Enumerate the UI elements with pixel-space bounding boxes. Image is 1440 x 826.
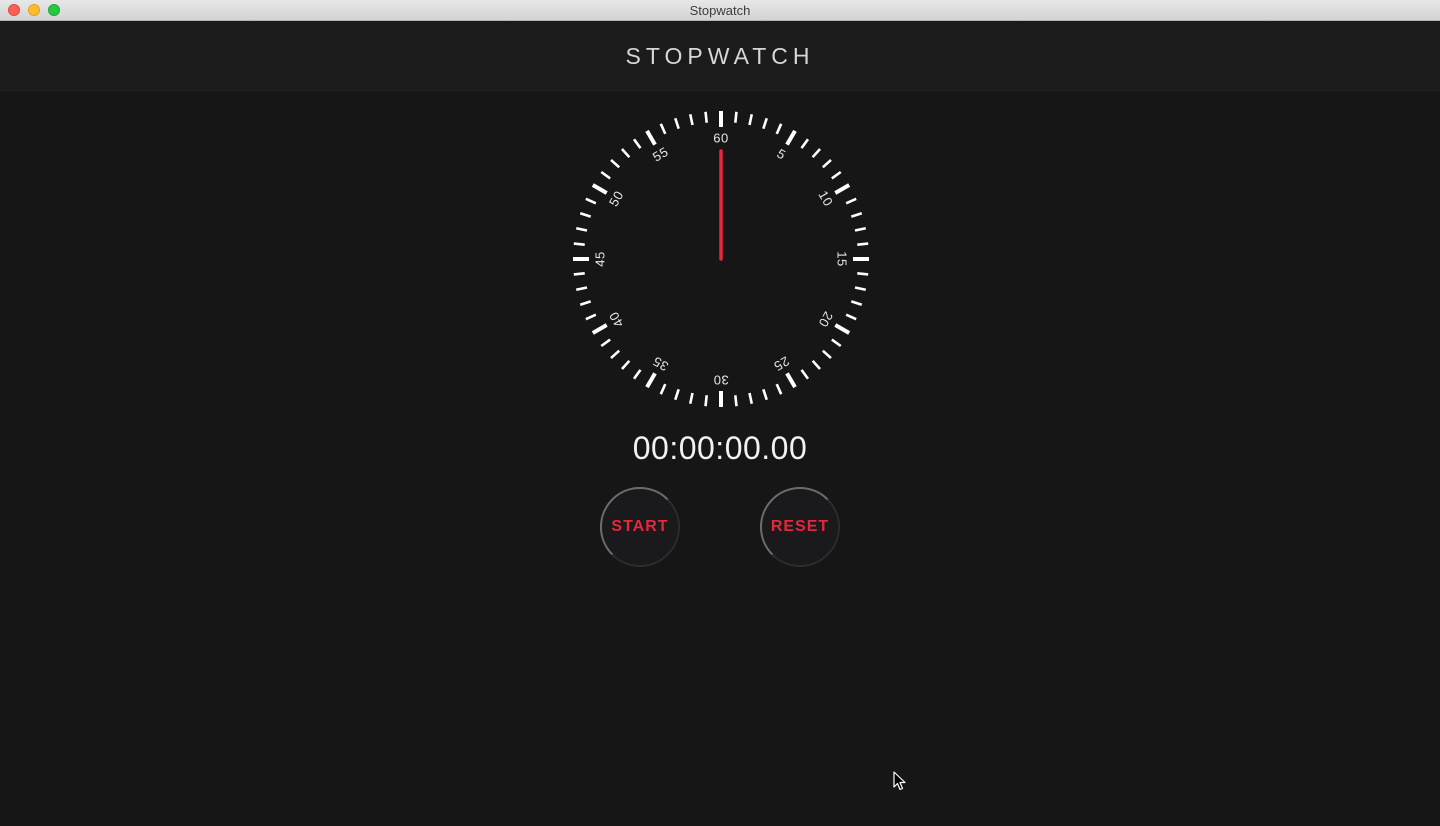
elapsed-time-display: 00:00:00.00 [632,430,808,466]
minor-tick [850,212,863,218]
app-title: STOPWATCH [625,43,815,69]
dial-label-60: 60 [713,131,728,146]
minor-tick [704,111,708,123]
minor-tick [610,349,621,359]
minor-tick [821,349,832,359]
minor-tick [857,272,869,276]
minor-tick [585,313,597,321]
dial-label-10: 10 [815,188,836,209]
major-tick [591,323,608,335]
minor-tick [674,117,680,130]
major-tick [834,323,851,335]
minor-tick [573,272,585,276]
dial-label-20: 20 [815,309,836,330]
minor-tick [800,138,810,149]
dial-label-30: 30 [713,373,728,388]
minor-tick [850,300,863,306]
minor-tick [845,197,857,205]
minor-tick [845,313,857,321]
minor-tick [579,212,592,218]
dial-label-35: 35 [650,353,671,374]
minor-tick [854,226,867,232]
minor-tick [621,148,631,159]
minor-tick [632,138,642,149]
app-window: Stopwatch STOPWATCH 60 5 10 15 20 25 30 35 40 45 5… [0,0,1440,826]
major-tick [834,183,851,195]
minor-tick [688,392,694,405]
minor-tick [811,148,821,159]
minor-tick [748,392,754,405]
minor-tick [579,300,592,306]
minor-tick [600,338,611,348]
dial-label-45: 45 [593,251,608,266]
major-tick [785,129,797,146]
minor-tick [831,170,842,180]
minor-tick [704,395,708,407]
minor-tick [575,226,588,232]
dial-label-5: 5 [774,146,788,163]
minor-tick [762,117,768,130]
minor-tick [775,123,783,135]
minor-tick [734,395,738,407]
major-tick [591,183,608,195]
dial-label-15: 15 [835,251,850,266]
minor-tick [800,369,810,380]
minor-tick [857,242,869,246]
minor-tick [600,170,611,180]
window-titlebar[interactable]: Stopwatch [0,0,1440,21]
minor-tick [762,388,768,401]
minor-tick [621,359,631,370]
window-title: Stopwatch [689,3,751,18]
reset-button-label: RESET [770,518,830,535]
minor-tick [585,197,597,205]
start-button-label: START [611,518,669,535]
start-button[interactable]: START [600,487,680,567]
minor-tick [831,338,842,348]
minor-tick [811,359,821,370]
dial-label-50: 50 [606,188,627,209]
minor-tick [674,388,680,401]
minor-tick [575,286,588,292]
major-tick [785,372,797,389]
minor-tick [734,111,738,123]
app-header: STOPWATCH [0,21,1440,91]
reset-button[interactable]: RESET [760,487,840,567]
minor-tick [632,369,642,380]
minor-tick [610,159,621,169]
minor-tick [775,383,783,395]
minor-tick [688,113,694,126]
minor-tick [748,113,754,126]
dial-label-40: 40 [606,309,627,330]
major-tick [645,129,657,146]
pointer-arrow-icon [893,771,906,791]
minor-tick [573,242,585,246]
minor-tick [854,286,867,292]
minor-tick [659,123,667,135]
minor-tick [821,159,832,169]
dial-label-55: 55 [650,144,671,165]
minor-tick [659,383,667,395]
major-tick [645,372,657,389]
dial-label-25: 25 [771,353,792,374]
stopwatch-dial: 60 5 10 15 20 25 30 35 40 45 50 55 [573,111,869,407]
